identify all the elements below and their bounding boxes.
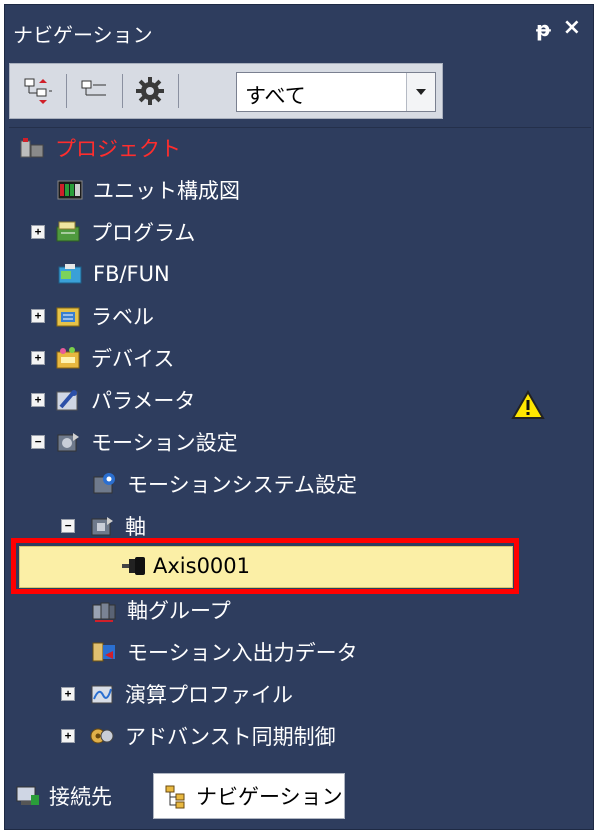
tree-item-label: ラベル: [91, 305, 154, 329]
expand-tree-icon: [24, 78, 52, 104]
collapse-tree-button[interactable]: [74, 72, 114, 110]
tree-item-label: 軸: [125, 515, 146, 539]
device-icon: [56, 347, 80, 369]
tab-navigation[interactable]: ナビゲーション: [153, 773, 345, 819]
tree-item-program[interactable]: + プログラム: [31, 214, 331, 250]
bottom-tab-bar: 接続先 ナビゲーション: [5, 767, 593, 829]
warning-icon: [511, 390, 545, 419]
collapse-tree-icon: [81, 80, 106, 96]
tree-item-label: 軸グループ: [127, 599, 231, 623]
tree-item-parameter[interactable]: + パラメータ: [31, 382, 331, 418]
tree-item-fbfun[interactable]: FB/FUN: [57, 256, 357, 292]
parameter-icon: [56, 390, 78, 411]
project-icon: [20, 138, 44, 158]
gear-icon: [136, 77, 164, 105]
motion-icon: [57, 433, 79, 452]
navigation-panel: ナビゲーション ᵽ × すべて プロジェクト ユニット構成図 + プログラム F…: [4, 4, 594, 830]
expand-icon[interactable]: +: [61, 687, 75, 701]
tree-item-label: デバイス: [91, 347, 175, 371]
expand-tree-button[interactable]: [18, 72, 58, 110]
tree-root-label: プロジェクト: [55, 137, 181, 161]
tree-item-label-folder[interactable]: + ラベル: [31, 298, 331, 334]
filter-value: すべて: [245, 84, 306, 108]
navigation-toolbar: すべて: [9, 63, 443, 119]
tree-item-label: FB/FUN: [93, 262, 170, 286]
tree-item-unit-config[interactable]: ユニット構成図: [57, 172, 357, 208]
tree-item-motion-settings[interactable]: − モーション設定: [31, 424, 331, 460]
filter-dropdown-button[interactable]: [406, 73, 435, 111]
tree-item-label: ユニット構成図: [93, 179, 240, 203]
motion-io-icon: [92, 642, 115, 662]
connection-icon: [16, 786, 39, 805]
expand-icon[interactable]: +: [31, 351, 45, 365]
tree-item-calc-profile[interactable]: + 演算プロファイル: [61, 676, 421, 712]
pin-icon[interactable]: ᵽ: [536, 17, 551, 41]
axis-group-icon: [92, 602, 116, 622]
tab-connection-destination[interactable]: 接続先: [15, 773, 147, 819]
expand-icon[interactable]: +: [31, 393, 45, 407]
tree-item-label: プログラム: [91, 221, 196, 245]
panel-title: ナビゲーション: [13, 23, 153, 47]
program-icon: [56, 221, 80, 242]
tab-label: 接続先: [49, 785, 112, 809]
tree-item-label: モーションシステム設定: [127, 473, 357, 497]
tree-item-device[interactable]: + デバイス: [31, 340, 331, 376]
tree-item-label: パラメータ: [91, 389, 196, 413]
tree-item-label: 演算プロファイル: [125, 683, 293, 707]
collapse-icon[interactable]: −: [61, 519, 75, 533]
tree-item-axis-group[interactable]: 軸グループ: [91, 592, 391, 628]
expand-icon[interactable]: +: [31, 309, 45, 323]
unit-config-icon: [57, 180, 83, 200]
fbfun-icon: [58, 264, 82, 284]
filter-select[interactable]: すべて: [236, 72, 436, 112]
chevron-down-icon: [416, 89, 426, 95]
tree-item-label: モーション設定: [91, 431, 238, 455]
tab-label: ナビゲーション: [196, 785, 343, 809]
navigation-tree-icon: [165, 785, 185, 809]
collapse-icon[interactable]: −: [31, 435, 45, 449]
settings-button[interactable]: [130, 72, 170, 110]
advanced-sync-icon: [90, 728, 114, 744]
tree-item-motion-system[interactable]: モーションシステム設定: [91, 466, 451, 502]
tree-item-motion-io[interactable]: モーション入出力データ: [91, 634, 451, 670]
motion-system-icon: [93, 473, 115, 494]
tree-root-project[interactable]: プロジェクト: [19, 130, 319, 166]
close-icon[interactable]: ×: [563, 15, 581, 40]
project-tree[interactable]: プロジェクト ユニット構成図 + プログラム FB/FUN + ラベル + デバ…: [9, 127, 591, 760]
tree-item-label: モーション入出力データ: [127, 641, 358, 665]
label-icon: [56, 307, 80, 327]
tree-item-advanced-sync[interactable]: + アドバンスト同期制御: [61, 718, 461, 754]
expand-icon[interactable]: +: [31, 225, 45, 239]
highlight-frame: [11, 538, 519, 594]
expand-icon[interactable]: +: [61, 729, 75, 743]
axis-folder-icon: [91, 517, 113, 536]
calc-profile-icon: [91, 685, 113, 704]
tree-item-label: アドバンスト同期制御: [125, 725, 336, 749]
panel-titlebar: ナビゲーション ᵽ ×: [5, 5, 593, 55]
